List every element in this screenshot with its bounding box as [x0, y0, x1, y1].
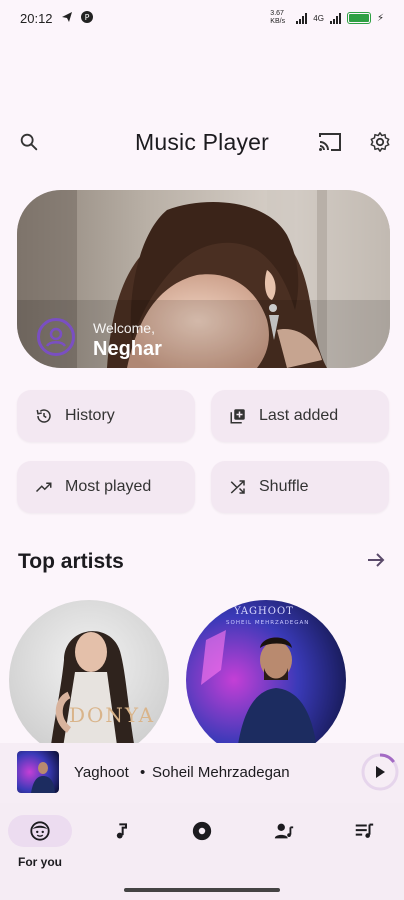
nav-playlists[interactable]	[332, 815, 396, 879]
mini-player-artist: Soheil Mehrzadegan	[152, 764, 290, 781]
search-icon	[20, 133, 38, 151]
artist-card-1[interactable]: DONYA	[9, 600, 169, 760]
account-circle-icon	[45, 327, 67, 347]
for-you-icon	[30, 821, 50, 841]
play-icon	[376, 766, 385, 778]
net-speed: 3.67 KB/s	[270, 10, 286, 25]
library-add-icon	[230, 409, 245, 424]
nav-artists[interactable]	[252, 815, 316, 879]
most-played-label: Most played	[65, 478, 152, 495]
status-time: 20:12	[20, 10, 53, 26]
mini-player-separator: •	[140, 764, 146, 781]
songs-icon	[116, 823, 127, 839]
mini-player-artwork	[17, 751, 59, 793]
net-type: 4G	[313, 13, 324, 23]
artist-cover-subtitle-2: SOHEIL MEHRZADEGAN	[226, 620, 309, 626]
nav-active-indicator	[8, 815, 72, 847]
svg-text:P: P	[84, 13, 89, 22]
app-notification-icon: P	[80, 10, 93, 26]
last-added-button[interactable]: Last added	[211, 390, 389, 442]
playlists-icon	[355, 823, 374, 838]
shuffle-label: Shuffle	[259, 478, 309, 495]
nav-for-you[interactable]: For you	[8, 815, 72, 879]
artist-cover-title-2: YAGHOOT	[233, 606, 294, 617]
welcome-text: Welcome,	[93, 320, 155, 336]
history-label: History	[65, 407, 115, 424]
artist-image-2: YAGHOOT SOHEIL MEHRZADEGAN	[186, 600, 346, 760]
shuffle-button[interactable]: Shuffle	[211, 461, 389, 513]
nav-songs[interactable]	[89, 815, 153, 879]
signal-icon	[296, 12, 308, 24]
top-artists-more-button[interactable]	[364, 548, 388, 572]
arrow-forward-icon	[368, 553, 385, 567]
trending-up-icon	[35, 482, 52, 493]
user-name: Neghar	[93, 338, 162, 360]
top-artists-title: Top artists	[18, 550, 124, 573]
signal-icon-2	[329, 12, 341, 24]
artist-card-2[interactable]: YAGHOOT SOHEIL MEHRZADEGAN	[186, 600, 346, 760]
albums-icon	[192, 821, 212, 841]
status-bar: 20:12 P 3.67 KB/s 4G ⚡	[0, 0, 404, 36]
cast-button[interactable]	[316, 128, 344, 156]
top-app-bar: Music Player	[0, 120, 404, 164]
play-pause-button[interactable]	[360, 752, 400, 792]
telegram-icon	[61, 11, 73, 26]
last-added-label: Last added	[259, 407, 339, 424]
page-title: Music Player	[134, 128, 270, 155]
mini-player[interactable]: Yaghoot • Soheil Mehrzadegan	[0, 743, 404, 803]
most-played-button[interactable]: Most played	[17, 461, 195, 513]
artists-icon	[274, 823, 294, 839]
history-icon	[36, 409, 51, 423]
battery-icon	[346, 12, 371, 24]
charging-icon: ⚡	[376, 12, 384, 24]
settings-button[interactable]	[366, 128, 394, 156]
user-avatar[interactable]	[37, 318, 75, 356]
cast-icon	[319, 133, 341, 151]
mini-player-title: Yaghoot	[74, 764, 129, 781]
history-button[interactable]: History	[17, 390, 195, 442]
shuffle-icon	[230, 480, 245, 494]
artist-image-1: DONYA	[9, 600, 169, 760]
nav-for-you-label: For you	[18, 855, 62, 869]
gear-icon	[370, 132, 390, 152]
artist-cover-text-1: DONYA	[69, 703, 155, 727]
bottom-navigation: For you	[0, 803, 404, 900]
welcome-banner[interactable]: Welcome, Neghar	[17, 190, 390, 368]
gesture-navigation-bar[interactable]	[124, 888, 280, 892]
nav-albums[interactable]	[170, 815, 234, 879]
search-button[interactable]	[15, 128, 43, 156]
